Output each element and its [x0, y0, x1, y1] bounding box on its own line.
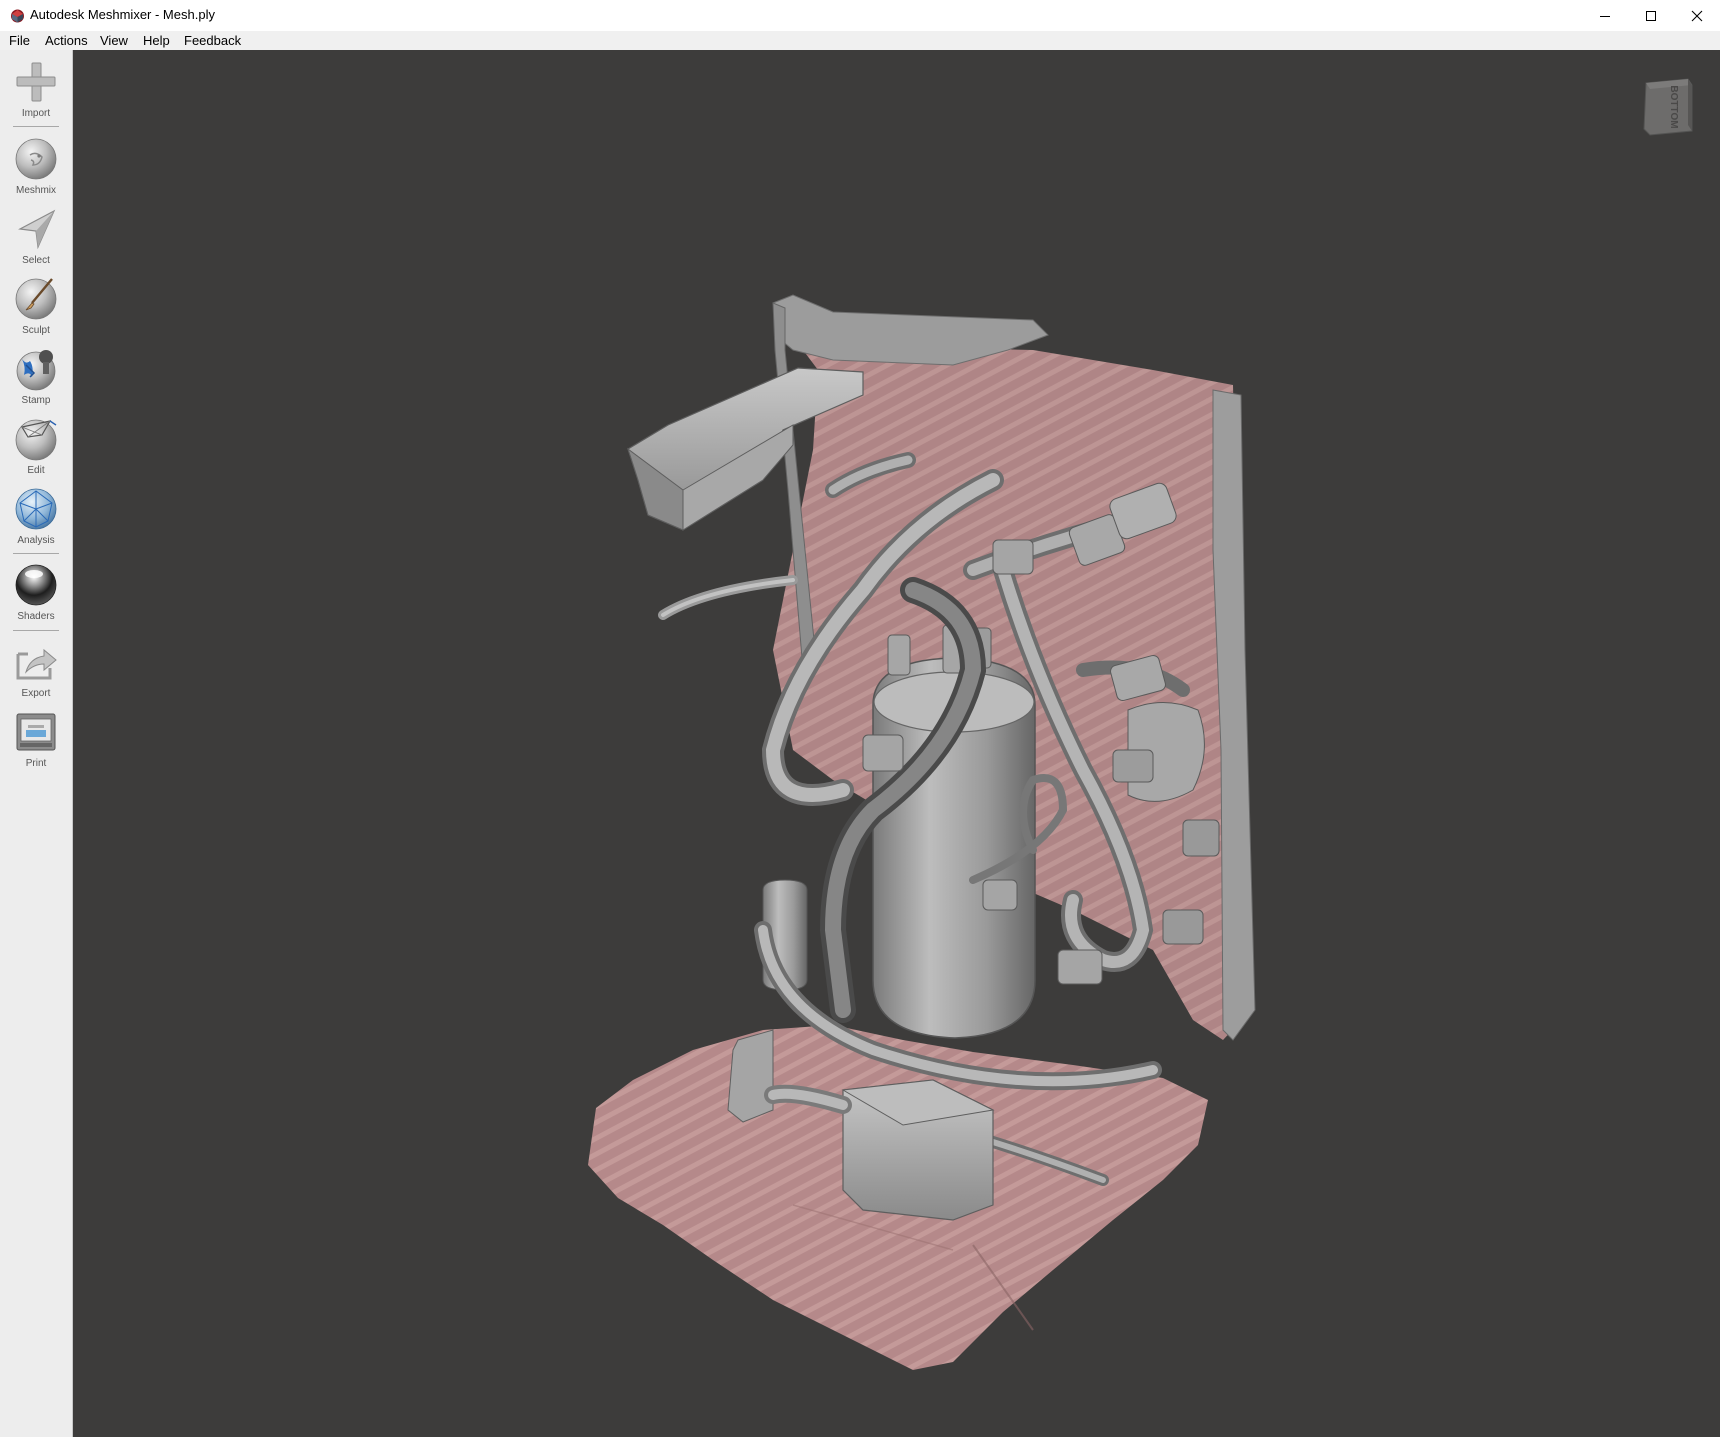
- analysis-tool-button[interactable]: Analysis: [0, 481, 72, 551]
- export-icon: [16, 648, 57, 680]
- stamp-label: Stamp: [21, 395, 51, 406]
- toolbar-separator: [13, 126, 59, 127]
- minimize-button[interactable]: [1582, 0, 1628, 31]
- export-label: Export: [21, 688, 51, 699]
- maximize-button[interactable]: [1628, 0, 1674, 31]
- brush-sphere-icon: [15, 278, 57, 320]
- view-cube[interactable]: BOTTOM: [1638, 75, 1698, 139]
- menu-view[interactable]: View: [100, 33, 128, 48]
- close-icon: [1691, 10, 1703, 21]
- select-tool-button[interactable]: Select: [0, 201, 72, 271]
- window-title: Autodesk Meshmixer - Mesh.ply: [30, 7, 215, 22]
- import-tool-button[interactable]: Import: [0, 54, 72, 124]
- left-toolbar: Import Meshmix Select Sculpt Stamp Edit …: [0, 50, 73, 1437]
- title-bar[interactable]: Autodesk Meshmixer - Mesh.ply: [0, 0, 1720, 31]
- meshmixer-logo-icon: [11, 9, 24, 23]
- shaders-label: Shaders: [17, 611, 55, 622]
- toolbar-separator: [13, 630, 59, 631]
- meshmix-sphere-icon: [15, 138, 57, 180]
- printer-icon: [16, 713, 56, 751]
- analysis-label: Analysis: [17, 535, 55, 546]
- shaders-tool-button[interactable]: Shaders: [0, 557, 72, 627]
- toolbar-separator: [13, 553, 59, 554]
- menu-feedback[interactable]: Feedback: [184, 33, 241, 48]
- shader-sphere-icon: [15, 564, 57, 606]
- 3d-viewport[interactable]: BOTTOM: [73, 50, 1720, 1437]
- menu-bar: File Actions View Help Feedback: [0, 31, 1720, 50]
- stamp-tool-button[interactable]: Stamp: [0, 341, 72, 411]
- minimize-icon: [1600, 15, 1610, 17]
- export-tool-button[interactable]: Export: [0, 634, 72, 704]
- app-window: Autodesk Meshmixer - Mesh.ply File Actio…: [0, 0, 1720, 1437]
- sculpt-label: Sculpt: [22, 325, 50, 336]
- stamp-sphere-icon: [16, 350, 56, 391]
- maximize-icon: [1646, 10, 1656, 21]
- import-label: Import: [21, 108, 51, 119]
- edit-label: Edit: [27, 465, 45, 476]
- meshmix-tool-button[interactable]: Meshmix: [0, 131, 72, 201]
- analysis-sphere-icon: [15, 488, 57, 530]
- edit-tool-button[interactable]: Edit: [0, 411, 72, 481]
- plus-icon: [16, 62, 56, 102]
- print-tool-button[interactable]: Print: [0, 704, 72, 774]
- menu-actions[interactable]: Actions: [45, 33, 88, 48]
- edit-sphere-icon: [15, 419, 57, 461]
- sculpt-tool-button[interactable]: Sculpt: [0, 271, 72, 341]
- select-label: Select: [22, 255, 50, 266]
- mesh-model[interactable]: [73, 50, 1720, 1437]
- arrow-pointer-icon: [18, 209, 56, 250]
- view-cube-label: BOTTOM: [1668, 85, 1679, 128]
- menu-file[interactable]: File: [9, 33, 30, 48]
- print-label: Print: [25, 758, 47, 769]
- close-button[interactable]: [1674, 0, 1720, 31]
- meshmix-label: Meshmix: [15, 185, 56, 196]
- menu-help[interactable]: Help: [143, 33, 170, 48]
